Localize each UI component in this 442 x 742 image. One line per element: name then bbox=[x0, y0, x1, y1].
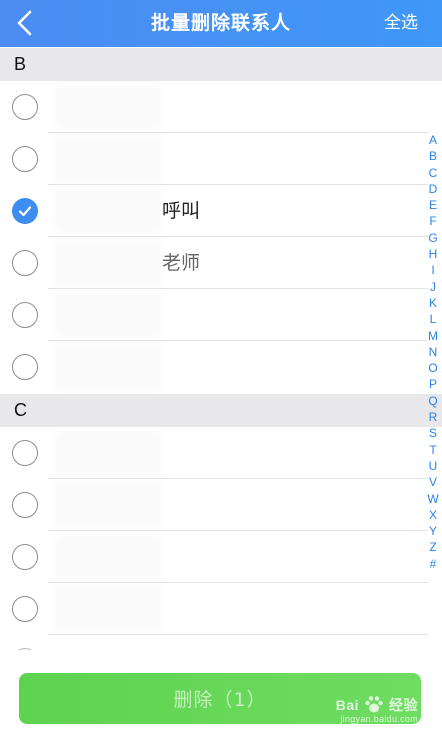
index-letter[interactable]: B bbox=[429, 148, 437, 164]
contact-row[interactable] bbox=[0, 531, 428, 583]
redacted-name bbox=[55, 137, 161, 181]
select-checkbox[interactable] bbox=[12, 250, 38, 276]
contact-name: 老师 bbox=[162, 252, 201, 274]
redacted-name bbox=[55, 241, 161, 285]
index-letter[interactable]: L bbox=[430, 311, 437, 327]
redacted-name bbox=[55, 535, 161, 579]
index-letter[interactable]: P bbox=[429, 376, 437, 392]
contact-row[interactable] bbox=[0, 479, 428, 531]
contact-row[interactable]: 老师 bbox=[0, 237, 428, 289]
index-letter[interactable]: X bbox=[429, 507, 437, 523]
index-letter[interactable]: N bbox=[429, 344, 438, 360]
checkmark-icon bbox=[18, 206, 32, 217]
select-checkbox[interactable] bbox=[12, 354, 38, 380]
page-title: 批量删除联系人 bbox=[150, 12, 291, 34]
index-letter[interactable]: Y bbox=[429, 523, 437, 539]
index-letter[interactable]: V bbox=[429, 474, 437, 490]
redacted-name bbox=[55, 431, 161, 475]
index-letter[interactable]: I bbox=[431, 262, 434, 278]
contact-row[interactable] bbox=[0, 133, 428, 185]
select-all-button[interactable]: 全选 bbox=[384, 0, 418, 47]
watermark-brand: Bai bbox=[335, 697, 359, 713]
alphabet-index[interactable]: A B C D E F G H I J K L M N O P Q R S T U V W X Y Z # bbox=[426, 132, 440, 572]
row-divider bbox=[48, 634, 428, 635]
index-letter[interactable]: C bbox=[429, 165, 438, 181]
back-button[interactable] bbox=[8, 6, 42, 40]
contact-row[interactable] bbox=[0, 583, 428, 635]
select-checkbox[interactable] bbox=[12, 492, 38, 518]
index-letter[interactable]: T bbox=[429, 442, 436, 458]
select-checkbox[interactable] bbox=[12, 94, 38, 120]
chevron-left-icon bbox=[17, 10, 32, 36]
index-letter[interactable]: M bbox=[428, 328, 438, 344]
redacted-name bbox=[55, 483, 161, 527]
select-checkbox[interactable] bbox=[12, 440, 38, 466]
select-checkbox[interactable] bbox=[12, 544, 38, 570]
section-header-c: C bbox=[0, 394, 442, 427]
paw-icon bbox=[365, 696, 383, 713]
section-header-b: B bbox=[0, 48, 442, 81]
redacted-name bbox=[55, 587, 161, 631]
index-letter[interactable]: K bbox=[429, 295, 437, 311]
select-checkbox[interactable] bbox=[12, 146, 38, 172]
index-letter[interactable]: U bbox=[429, 458, 438, 474]
index-letter[interactable]: D bbox=[429, 181, 438, 197]
contact-row[interactable] bbox=[0, 427, 428, 479]
contact-name: 呼叫 bbox=[162, 200, 201, 222]
contact-row[interactable]: 呼叫 bbox=[0, 185, 428, 237]
redacted-name bbox=[55, 345, 161, 389]
select-checkbox-checked[interactable] bbox=[12, 198, 38, 224]
index-letter[interactable]: G bbox=[428, 230, 437, 246]
contact-row[interactable] bbox=[0, 81, 428, 133]
index-letter[interactable]: O bbox=[428, 360, 437, 376]
index-letter[interactable]: Q bbox=[428, 393, 437, 409]
watermark: Bai 经验 jingyan.baidu.com bbox=[335, 688, 418, 724]
contact-row[interactable] bbox=[0, 289, 428, 341]
app-header: 批量删除联系人 全选 bbox=[0, 0, 442, 47]
index-letter[interactable]: A bbox=[429, 132, 437, 148]
contact-row[interactable] bbox=[0, 341, 428, 393]
index-letter[interactable]: R bbox=[429, 409, 438, 425]
index-letter[interactable]: H bbox=[429, 246, 438, 262]
index-letter[interactable]: Z bbox=[429, 539, 436, 555]
watermark-url: jingyan.baidu.com bbox=[340, 714, 418, 724]
index-letter[interactable]: E bbox=[429, 197, 437, 213]
index-letter[interactable]: S bbox=[429, 425, 437, 441]
index-letter[interactable]: W bbox=[427, 491, 438, 507]
index-letter[interactable]: J bbox=[430, 279, 436, 295]
redacted-name bbox=[55, 85, 161, 129]
redacted-name bbox=[55, 293, 161, 337]
index-letter[interactable]: # bbox=[430, 556, 437, 572]
watermark-suffix: 经验 bbox=[389, 697, 418, 713]
redacted-name bbox=[55, 189, 161, 233]
select-checkbox[interactable] bbox=[12, 596, 38, 622]
select-checkbox[interactable] bbox=[12, 302, 38, 328]
index-letter[interactable]: F bbox=[429, 213, 436, 229]
